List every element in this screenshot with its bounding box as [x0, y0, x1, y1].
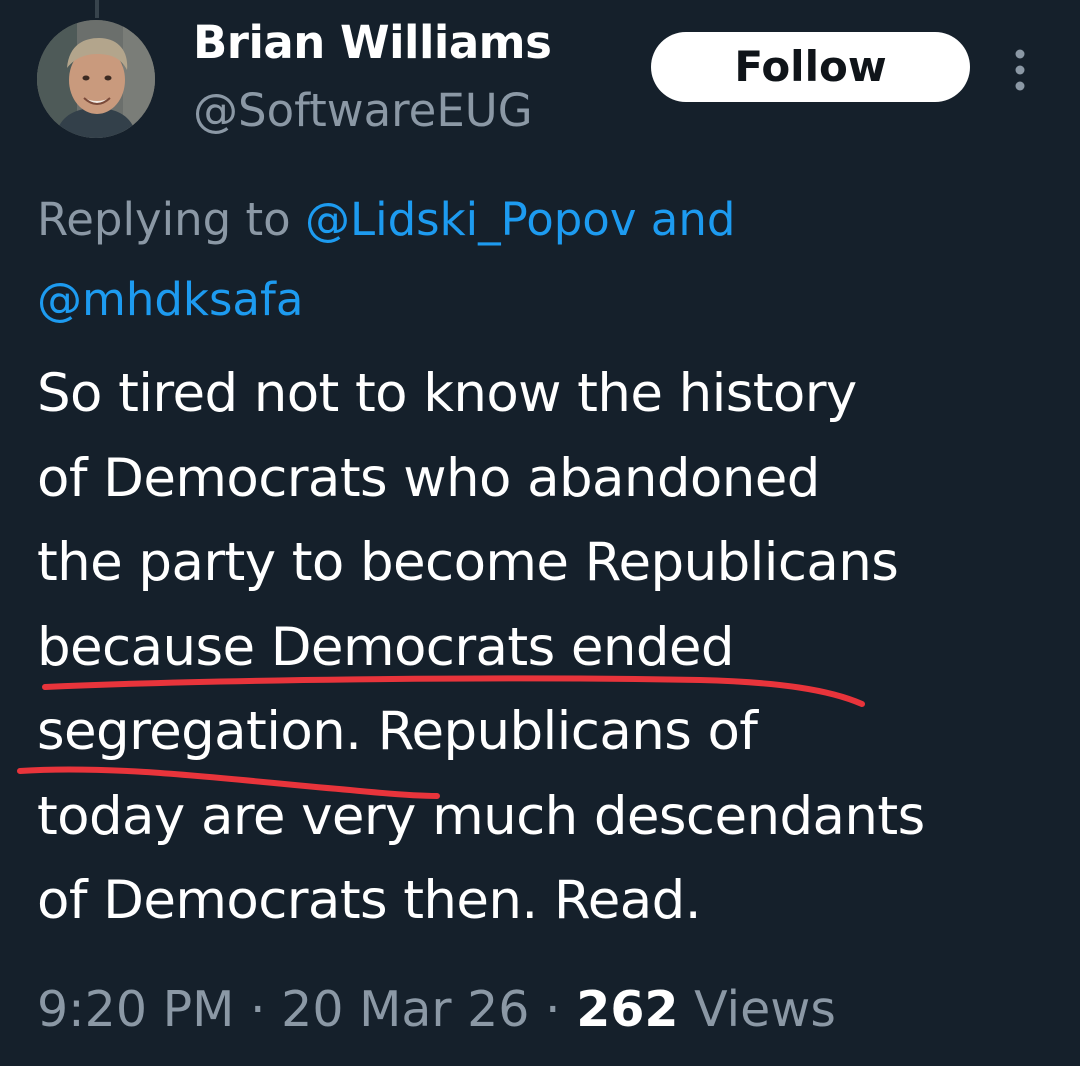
author-handle[interactable]: @SoftwareEUG — [193, 82, 533, 140]
views-count: 262 — [576, 981, 679, 1038]
tweet-text-line: of Democrats then. Read. — [37, 870, 702, 931]
author-name[interactable]: Brian Williams — [193, 14, 552, 72]
tweet-text-line: segregation. Republicans of — [37, 701, 758, 762]
mention-conjunction: and — [636, 193, 736, 246]
tweet-time[interactable]: 9:20 PM — [37, 981, 234, 1038]
follow-button[interactable]: Follow — [651, 32, 970, 102]
views-label: Views — [678, 981, 836, 1038]
tweet-text-line: because Democrats ended — [37, 616, 735, 678]
avatar-photo — [37, 20, 155, 138]
tweet-text-line: today are very much descendants — [37, 785, 925, 847]
replying-to-label: Replying to — [37, 193, 306, 246]
tweet-meta: 9:20 PM · 20 Mar 26 · 262 Views — [37, 975, 836, 1045]
replying-to: Replying to @Lidski_Popov and @mhdksafa — [37, 180, 1047, 340]
mention-link-lidski-popov[interactable]: @Lidski_Popov — [305, 193, 636, 246]
thread-connector-line — [95, 0, 99, 18]
mention-link-mhdksafa[interactable]: @mhdksafa — [37, 273, 303, 326]
tweet-text: So tired not to know the history of Demo… — [37, 352, 1057, 944]
tweet-text-line: So tired not to know the history — [37, 363, 857, 424]
tweet-text-line: the party to become Republicans — [37, 532, 899, 593]
more-vertical-icon[interactable] — [1010, 48, 1030, 92]
avatar[interactable] — [37, 20, 155, 138]
meta-separator: · — [529, 981, 577, 1038]
tweet-text-line: of Democrats who abandoned — [37, 447, 820, 509]
tweet-date[interactable]: 20 Mar 26 — [281, 981, 529, 1038]
meta-separator: · — [234, 981, 282, 1038]
